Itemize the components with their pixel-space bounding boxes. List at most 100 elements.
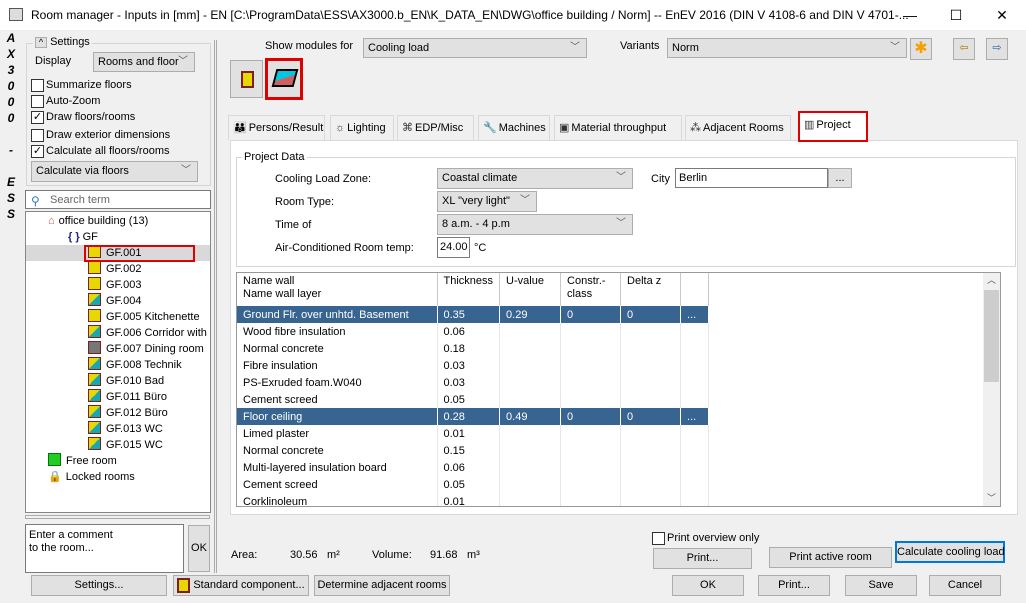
- table-cell: 0.29: [499, 306, 562, 323]
- table-row[interactable]: Floor ceiling 0.28 0.49 0 0...: [237, 408, 710, 425]
- table-row[interactable]: Cement screed 0.05: [237, 391, 710, 408]
- cancel-button[interactable]: Cancel: [929, 575, 1001, 596]
- maximize-button[interactable]: ☐: [941, 4, 971, 26]
- tree-room[interactable]: GF.010 Bad: [88, 373, 164, 389]
- table-row[interactable]: Wood fibre insulation 0.06: [237, 323, 710, 340]
- tree-room[interactable]: GF.003: [88, 277, 141, 293]
- print-overview-checkbox[interactable]: [652, 532, 665, 545]
- tree-floor[interactable]: { } GF: [68, 229, 98, 245]
- search-input[interactable]: ⚲ Search term: [25, 190, 211, 209]
- tab-project[interactable]: ▥ Project: [798, 111, 868, 142]
- checkbox-3[interactable]: [31, 129, 44, 142]
- table-row[interactable]: Ground Flr. over unhtd. Basement 0.35 0.29…: [237, 306, 710, 323]
- table-vscrollbar[interactable]: ︿ ﹀: [983, 273, 1000, 506]
- tree-room[interactable]: GF.004: [88, 293, 141, 309]
- column-header[interactable]: U-value: [499, 273, 562, 306]
- scroll-up-icon[interactable]: ︿: [983, 273, 1000, 286]
- tree-room[interactable]: GF.007 Dining room: [88, 341, 204, 357]
- chevron-down-icon: ﹀: [616, 218, 626, 229]
- checkbox-2[interactable]: ✓: [31, 111, 44, 124]
- tree-room[interactable]: GF.002: [88, 261, 141, 277]
- splitter[interactable]: [214, 40, 217, 573]
- variants-select[interactable]: Norm ﹀: [667, 38, 907, 58]
- tab-edp-misc[interactable]: ⌘ EDP/Misc: [397, 115, 474, 140]
- room-tree[interactable]: ⌂ office building (13) { } GF Free room 🔒 L…: [25, 211, 211, 513]
- column-header[interactable]: Name wall Name wall layer: [237, 273, 438, 306]
- table-row[interactable]: Normal concrete 0.15: [237, 442, 710, 459]
- print-dialog-button[interactable]: Print...: [758, 575, 830, 596]
- tree-root[interactable]: ⌂ office building (13): [48, 213, 148, 229]
- minimize-button[interactable]: —: [895, 4, 925, 26]
- tab-adjacent-rooms[interactable]: ⁂ Adjacent Rooms: [685, 115, 791, 140]
- tree-room[interactable]: GF.006 Corridor with: [88, 325, 207, 341]
- collapse-button[interactable]: ^: [35, 37, 47, 48]
- ok-button[interactable]: OK: [672, 575, 744, 596]
- temp-input[interactable]: 24.00: [437, 237, 470, 258]
- tab-label: Persons/Result: [248, 122, 324, 134]
- tab-machines[interactable]: 🔧 Machines: [478, 115, 550, 140]
- table-cell[interactable]: ...: [680, 306, 710, 323]
- tree-free-room[interactable]: Free room: [48, 453, 117, 469]
- tab-material-throughput[interactable]: ▣ Material throughput: [554, 115, 682, 140]
- print-button[interactable]: Print...: [653, 548, 752, 569]
- tree-room[interactable]: GF.015 WC: [88, 437, 163, 453]
- checkbox-1[interactable]: [31, 95, 44, 108]
- save-button[interactable]: Save: [845, 575, 917, 596]
- determine-adjacent-button[interactable]: Determine adjacent rooms: [314, 575, 450, 596]
- column-header[interactable]: Thickness: [437, 273, 501, 306]
- tree-room[interactable]: GF.008 Technik: [88, 357, 182, 373]
- display-select[interactable]: Rooms and floor ﹀: [93, 52, 195, 72]
- table-cell[interactable]: ...: [680, 408, 710, 425]
- column-header[interactable]: [680, 273, 710, 306]
- table-row[interactable]: PS-Exruded foam.W040 0.03: [237, 374, 710, 391]
- tree-room[interactable]: GF.011 Büro: [88, 389, 167, 405]
- scroll-down-icon[interactable]: ﹀: [983, 491, 1000, 504]
- print-active-room-button[interactable]: Print active room: [769, 547, 892, 568]
- column-header[interactable]: Delta z: [620, 273, 682, 306]
- tab-lighting[interactable]: ☼ Lighting: [330, 115, 394, 140]
- scroll-thumb[interactable]: [984, 290, 999, 382]
- table-cell: [680, 442, 710, 459]
- module-room-button[interactable]: [230, 60, 263, 98]
- calculate-cooling-load-button[interactable]: Calculate cooling load: [895, 541, 1005, 563]
- comment-ok-button[interactable]: OK: [188, 525, 210, 572]
- table-row[interactable]: Fibre insulation 0.03: [237, 357, 710, 374]
- city-browse-button[interactable]: ...: [828, 168, 852, 188]
- room-teal-icon: [88, 325, 101, 338]
- persons-icon: 👪: [233, 122, 247, 134]
- standard-component-button[interactable]: Standard component...: [173, 575, 309, 596]
- wall-table[interactable]: Name wall Name wall layer Thickness U-valu…: [236, 272, 1001, 507]
- brand-letter: 0: [7, 79, 15, 93]
- tab-persons-result[interactable]: 👪 Persons/Result: [228, 115, 325, 140]
- settings-button[interactable]: Settings...: [31, 575, 167, 596]
- tree-hscrollbar[interactable]: [25, 515, 210, 519]
- room-label: GF.006 Corridor with: [106, 327, 207, 339]
- export-button[interactable]: ⇨: [986, 38, 1008, 60]
- table-row[interactable]: Multi-layered insulation board 0.06: [237, 459, 710, 476]
- checkbox-4[interactable]: ✓: [31, 145, 44, 158]
- city-input[interactable]: Berlin: [675, 168, 828, 188]
- checkbox-0[interactable]: [31, 79, 44, 92]
- room-type-select[interactable]: XL "very light" ﹀: [437, 191, 537, 212]
- comment-textarea[interactable]: Enter a comment to the room...: [25, 524, 184, 573]
- calculate-select[interactable]: Calculate via floors ﹀: [31, 161, 198, 182]
- table-cell: [680, 340, 710, 357]
- tree-room[interactable]: GF.012 Büro: [88, 405, 168, 421]
- room-label: GF.004: [106, 295, 142, 307]
- new-variant-button[interactable]: ✱: [910, 38, 932, 60]
- column-header[interactable]: Constr.- class: [560, 273, 622, 306]
- show-modules-select[interactable]: Cooling load ﹀: [363, 38, 587, 58]
- time-label: Time of: [275, 219, 312, 231]
- tree-locked-rooms[interactable]: 🔒 Locked rooms: [48, 469, 135, 485]
- table-row[interactable]: Corklinoleum 0.01: [237, 493, 710, 506]
- zone-select[interactable]: Coastal climate ﹀: [437, 168, 633, 189]
- tree-room[interactable]: GF.013 WC: [88, 421, 163, 437]
- module-cooling-button[interactable]: [265, 58, 303, 100]
- close-button[interactable]: ✕: [987, 4, 1017, 26]
- time-select[interactable]: 8 a.m. - 4 p.m ﹀: [437, 214, 633, 235]
- table-row[interactable]: Limed plaster 0.01: [237, 425, 710, 442]
- table-row[interactable]: Cement screed 0.05: [237, 476, 710, 493]
- import-button[interactable]: ⇦: [953, 38, 975, 60]
- tree-room[interactable]: GF.005 Kitchenette: [88, 309, 200, 325]
- table-row[interactable]: Normal concrete 0.18: [237, 340, 710, 357]
